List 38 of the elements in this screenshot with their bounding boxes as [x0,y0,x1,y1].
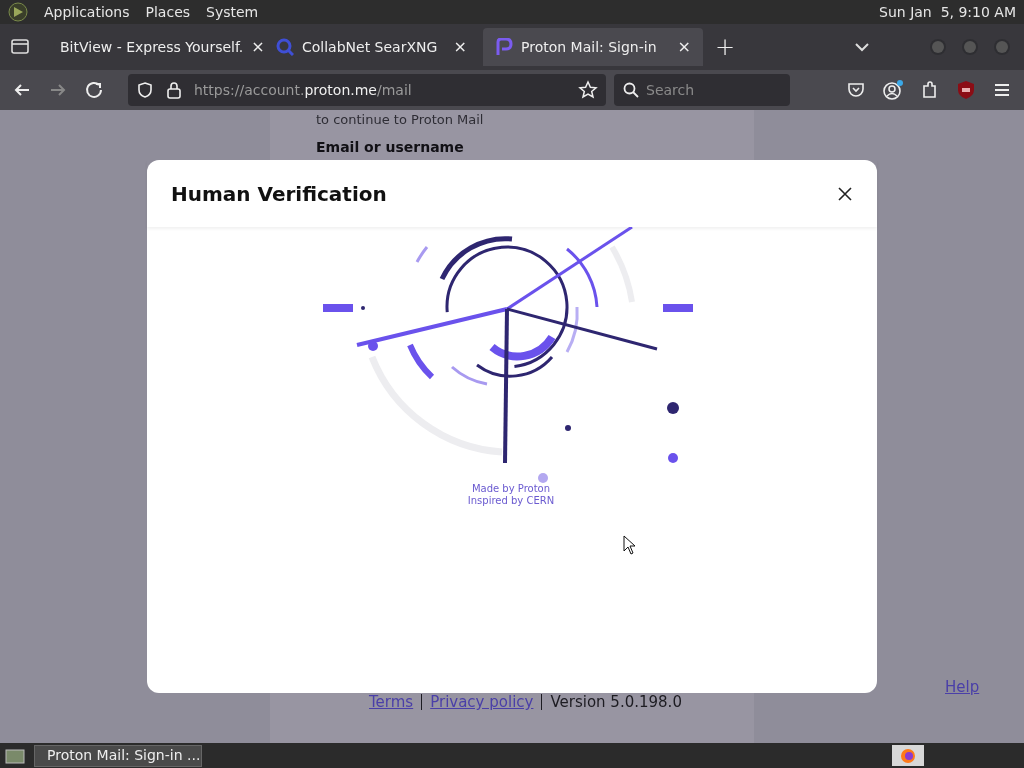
panel-menu[interactable]: System [206,1,259,23]
version-text: Version 5.0.198.0 [550,692,682,713]
tab-title: Proton Mail: Sign-in [521,37,658,57]
lock-icon[interactable] [166,81,182,99]
shield-extension-icon[interactable] [956,80,976,100]
credit-text: Inspired by CERN [467,495,555,507]
new-tab-button[interactable]: + [703,29,748,65]
close-icon[interactable] [837,185,853,202]
taskbar-app-button[interactable] [892,745,924,766]
dot-icon[interactable] [538,473,548,483]
panel-menu[interactable]: Applications [44,1,130,23]
firefox-icon[interactable] [900,747,916,764]
tab-close-button[interactable]: × [251,35,265,59]
tab-close-button[interactable]: × [453,35,467,59]
address-bar[interactable]: https://account.proton.me/mail [128,74,606,106]
dialog-title: Human Verification [171,180,387,208]
star-icon[interactable] [578,80,598,100]
mouse-cursor-icon[interactable] [623,535,637,555]
search-field[interactable]: Search [614,74,790,106]
url-text: https://account.proton.me/mail [194,80,413,100]
panel-menu[interactable]: Places [145,1,191,23]
tab-title: BitView - Express Yourself. [60,37,244,57]
search-icon[interactable] [622,81,640,99]
tab-title: CollabNet SearXNG [302,37,439,57]
taskbar-window-title: Proton Mail: Sign-in ... [47,746,201,765]
tab-close-button[interactable]: × [677,35,691,59]
reload-icon[interactable] [84,80,104,100]
distro-logo-icon[interactable] [8,2,28,22]
account-icon[interactable] [882,79,904,101]
pocket-icon[interactable] [846,80,866,100]
taskbar-window-button[interactable]: Proton Mail: Sign-in ... [34,744,202,767]
credit-text: Made by Proton [471,483,551,495]
field-label: Email or username [316,138,464,156]
clock: Sun Jan 5, 9:10 AM [879,2,1016,22]
browser-tab[interactable]: Proton Mail: Sign-in × [483,28,703,66]
shield-icon[interactable] [136,81,154,99]
page-subtitle: to continue to Proton Mail [316,112,484,128]
browser-tab[interactable]: CollabNet SearXNG × [264,28,479,66]
